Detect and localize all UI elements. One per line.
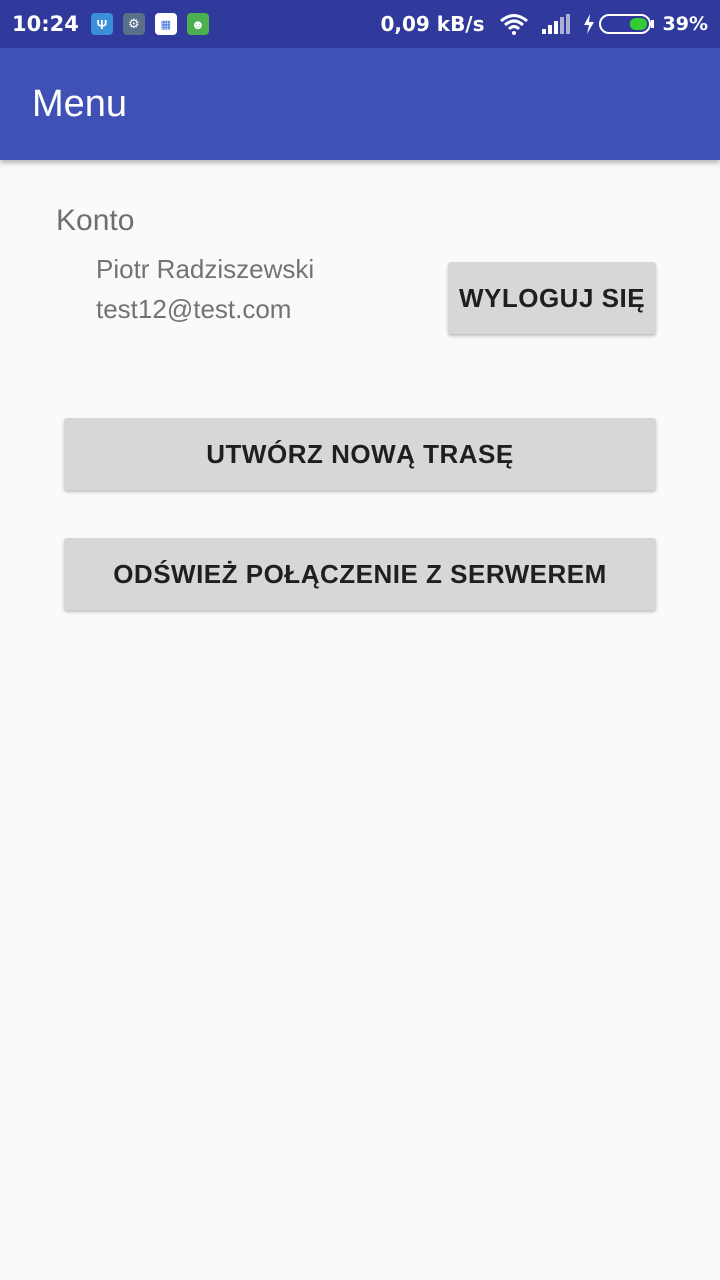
- settings-icon: ⚙: [122, 13, 145, 35]
- user-name: Piotr Radziszewski: [96, 254, 315, 284]
- signal-icon: [541, 13, 571, 35]
- status-time: 10:24: [12, 12, 79, 36]
- refresh-connection-button[interactable]: ODŚWIEŻ POŁĄCZENIE Z SERWEREM: [64, 538, 656, 610]
- battery-percent: 39%: [662, 13, 708, 35]
- android-icon: ☻: [186, 13, 209, 35]
- charging-icon: [583, 14, 595, 34]
- app-bar: Menu: [0, 48, 720, 160]
- page-title: Menu: [32, 82, 128, 125]
- battery-icon: [598, 13, 655, 35]
- account-section-label: Konto: [56, 204, 135, 237]
- user-email: test12@test.com: [96, 294, 292, 324]
- status-bar: 10:24 Ψ ⚙ ▦ ☻ 0,09 kB/s 39%: [0, 0, 720, 48]
- usb-icon: Ψ: [90, 13, 113, 35]
- network-speed: 0,09 kB/s: [380, 12, 485, 36]
- calendar-icon: ▦: [154, 13, 177, 35]
- create-route-button[interactable]: UTWÓRZ NOWĄ TRASĘ: [64, 418, 656, 490]
- wifi-icon: [499, 13, 529, 35]
- logout-button[interactable]: WYLOGUJ SIĘ: [448, 262, 656, 334]
